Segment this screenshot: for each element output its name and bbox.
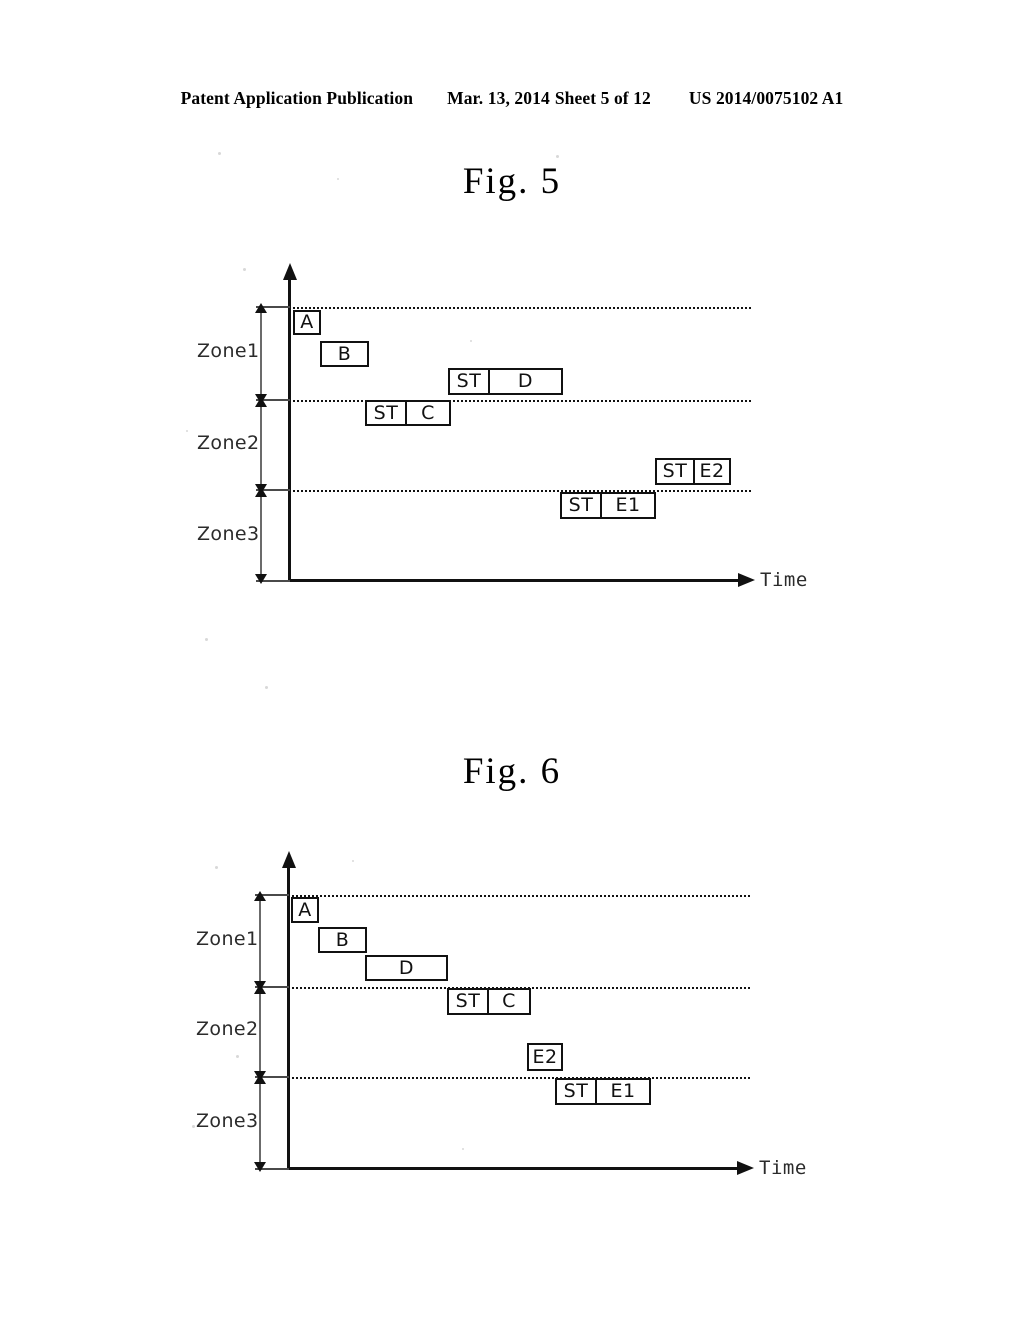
zone3-bracket bbox=[254, 1074, 266, 1172]
zone3-bracket-arrow-up bbox=[254, 1074, 266, 1084]
zone3-bracket-arrow-down bbox=[254, 1162, 266, 1172]
task-label-b: B bbox=[335, 928, 350, 951]
x-axis-label: Time bbox=[759, 1157, 807, 1179]
task-st-c: ST bbox=[449, 990, 489, 1013]
zone2-label: Zone2 bbox=[196, 1018, 259, 1040]
scan-speckle bbox=[236, 1055, 239, 1058]
task-label-c: C bbox=[502, 990, 516, 1012]
task-box-d[interactable]: D bbox=[365, 955, 448, 981]
zone-boundary-line-top bbox=[288, 895, 750, 897]
scan-speckle bbox=[352, 860, 354, 862]
scan-speckle bbox=[462, 1148, 464, 1150]
zone1-bracket-arrow-up bbox=[254, 891, 266, 901]
y-axis-line bbox=[287, 866, 290, 1170]
zone1-bracket bbox=[254, 891, 266, 991]
zone3-label: Zone3 bbox=[196, 1110, 259, 1132]
task-box-e2[interactable]: E2 bbox=[527, 1043, 563, 1071]
zone2-bracket bbox=[254, 984, 266, 1081]
zone2-bracket-arrow-up bbox=[254, 984, 266, 994]
task-st-e1: ST bbox=[557, 1080, 597, 1103]
task-label-d: D bbox=[398, 956, 415, 979]
x-axis-arrowhead bbox=[737, 1161, 754, 1175]
task-box-a[interactable]: A bbox=[291, 897, 319, 923]
task-box-b[interactable]: B bbox=[318, 927, 367, 953]
x-axis-line bbox=[287, 1167, 740, 1170]
task-box-c[interactable]: ST C bbox=[447, 988, 531, 1015]
scan-speckle bbox=[215, 866, 218, 869]
zone1-label: Zone1 bbox=[196, 928, 259, 950]
zone-boundary-line-2-3 bbox=[288, 1077, 750, 1079]
task-label-a: A bbox=[298, 898, 312, 921]
figure-6-chart: Time Zone1 Zone2 Zone3 A B D ST C E2 ST bbox=[0, 0, 1024, 1220]
task-label-e1: E1 bbox=[610, 1080, 636, 1102]
task-label-e2: E2 bbox=[532, 1045, 558, 1068]
scan-speckle bbox=[192, 1125, 195, 1128]
task-box-e1[interactable]: ST E1 bbox=[555, 1078, 651, 1105]
